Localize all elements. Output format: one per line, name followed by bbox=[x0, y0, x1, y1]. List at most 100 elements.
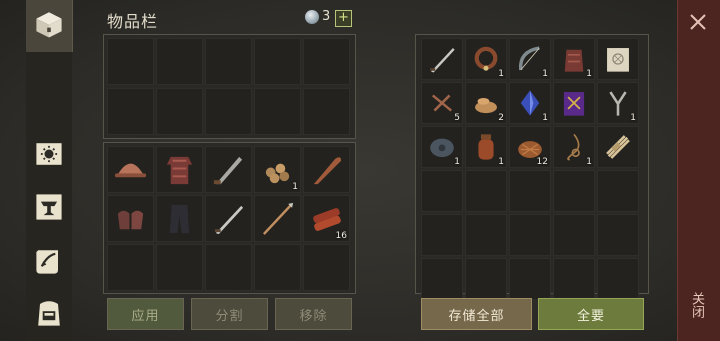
empty-slot[interactable] bbox=[107, 38, 154, 85]
empty-slot[interactable] bbox=[107, 88, 154, 135]
close-icon[interactable] bbox=[686, 10, 710, 34]
inventory-slot[interactable]: 1 bbox=[509, 82, 551, 124]
inventory-slot[interactable] bbox=[107, 146, 154, 193]
take-all-button[interactable]: 全要 bbox=[538, 298, 644, 330]
sword-icon bbox=[430, 48, 455, 73]
inventory-slot[interactable]: 2 bbox=[465, 82, 507, 124]
split-button[interactable]: 分割 bbox=[191, 298, 268, 330]
scroll-icon bbox=[36, 250, 58, 274]
inventory-slot[interactable] bbox=[597, 38, 639, 80]
empty-slot[interactable] bbox=[597, 170, 639, 212]
storage-grid: 1 1 1 5 2 1 1 1 1 12 1 bbox=[421, 38, 639, 300]
nav-recipes[interactable] bbox=[28, 240, 70, 282]
empty-slot[interactable] bbox=[465, 170, 507, 212]
inventory-slot[interactable] bbox=[553, 82, 595, 124]
item-count: 16 bbox=[335, 231, 347, 241]
nav-building[interactable] bbox=[28, 186, 70, 228]
inventory-grid-top bbox=[107, 38, 350, 136]
chest-icon bbox=[36, 12, 62, 38]
inventory-slot[interactable] bbox=[205, 195, 252, 242]
empty-slot[interactable] bbox=[597, 258, 639, 300]
page-title: 物品栏 bbox=[107, 12, 159, 31]
straw-bundle-icon bbox=[606, 135, 630, 159]
apply-button[interactable]: 应用 bbox=[107, 298, 184, 330]
inventory-slot[interactable] bbox=[205, 146, 252, 193]
item-count: 1 bbox=[586, 157, 592, 167]
empty-slot[interactable] bbox=[205, 88, 252, 135]
empty-slot[interactable] bbox=[156, 88, 203, 135]
empty-slot[interactable] bbox=[509, 170, 551, 212]
left-nav bbox=[0, 0, 73, 341]
empty-slot[interactable] bbox=[509, 258, 551, 300]
anvil-icon bbox=[36, 194, 62, 220]
empty-slot[interactable] bbox=[156, 244, 203, 291]
empty-slot[interactable] bbox=[553, 258, 595, 300]
empty-slot[interactable] bbox=[553, 214, 595, 256]
empty-slot[interactable] bbox=[553, 170, 595, 212]
inventory-slot[interactable]: 16 bbox=[303, 195, 350, 242]
inventory-slot[interactable]: 5 bbox=[421, 82, 463, 124]
item-count: 1 bbox=[292, 182, 298, 192]
gloves-icon bbox=[117, 210, 144, 230]
empty-slot[interactable] bbox=[303, 38, 350, 85]
gem-count: 3 bbox=[322, 9, 331, 24]
inventory-slot[interactable]: 1 bbox=[254, 146, 301, 193]
empty-slot[interactable] bbox=[421, 258, 463, 300]
chainmail-icon bbox=[166, 156, 193, 185]
inventory-slot[interactable]: 12 bbox=[509, 126, 551, 168]
nav-character[interactable] bbox=[28, 292, 70, 334]
club-icon bbox=[313, 157, 342, 185]
add-gems-button[interactable]: + bbox=[335, 10, 352, 27]
inventory-slot[interactable] bbox=[421, 38, 463, 80]
empty-slot[interactable] bbox=[156, 38, 203, 85]
item-count: 5 bbox=[454, 113, 460, 123]
empty-slot[interactable] bbox=[254, 244, 301, 291]
empty-slot[interactable] bbox=[465, 258, 507, 300]
inventory-slot[interactable] bbox=[107, 195, 154, 242]
item-count: 2 bbox=[498, 113, 504, 123]
inventory-slot[interactable]: 1 bbox=[553, 38, 595, 80]
inventory-slot[interactable]: 1 bbox=[465, 38, 507, 80]
empty-slot[interactable] bbox=[465, 214, 507, 256]
empty-slot[interactable] bbox=[421, 214, 463, 256]
inventory-slot[interactable] bbox=[303, 146, 350, 193]
inventory-slot[interactable] bbox=[156, 195, 203, 242]
empty-slot[interactable] bbox=[254, 38, 301, 85]
empty-slot[interactable] bbox=[303, 244, 350, 291]
empty-slot[interactable] bbox=[421, 170, 463, 212]
inventory-slot[interactable]: 1 bbox=[421, 126, 463, 168]
empty-slot[interactable] bbox=[303, 88, 350, 135]
close-label[interactable]: 关闭 bbox=[689, 292, 706, 318]
empty-slot[interactable] bbox=[597, 214, 639, 256]
nav-crafting[interactable] bbox=[28, 133, 70, 175]
helmet-icon bbox=[114, 163, 147, 178]
gem-icon bbox=[305, 10, 319, 24]
item-count: 12 bbox=[536, 157, 548, 167]
inventory-slot[interactable] bbox=[254, 195, 301, 242]
inventory-slot[interactable]: 1 bbox=[597, 82, 639, 124]
nav-inventory-tab[interactable] bbox=[26, 0, 73, 52]
item-count: 1 bbox=[542, 69, 548, 79]
item-count: 1 bbox=[542, 113, 548, 123]
empty-slot[interactable] bbox=[205, 38, 252, 85]
empty-slot[interactable] bbox=[107, 244, 154, 291]
inventory-slot[interactable]: 1 bbox=[509, 38, 551, 80]
item-count: 1 bbox=[454, 157, 460, 167]
store-all-button[interactable]: 存储全部 bbox=[421, 298, 532, 330]
empty-slot[interactable] bbox=[205, 244, 252, 291]
pants-icon bbox=[169, 204, 190, 234]
inventory-slot[interactable] bbox=[597, 126, 639, 168]
remove-button[interactable]: 移除 bbox=[275, 298, 352, 330]
sword-icon bbox=[214, 205, 244, 235]
inventory-slot[interactable]: 1 bbox=[465, 126, 507, 168]
item-count: 1 bbox=[630, 113, 636, 123]
close-panel[interactable] bbox=[677, 0, 720, 341]
empty-slot[interactable] bbox=[254, 88, 301, 135]
spellbook-icon bbox=[563, 92, 585, 116]
inventory-slot[interactable]: 1 bbox=[553, 126, 595, 168]
empty-slot[interactable] bbox=[509, 214, 551, 256]
inventory-slot[interactable] bbox=[156, 146, 203, 193]
map-icon bbox=[607, 48, 629, 72]
item-count: 1 bbox=[498, 69, 504, 79]
sun-icon bbox=[36, 143, 62, 165]
